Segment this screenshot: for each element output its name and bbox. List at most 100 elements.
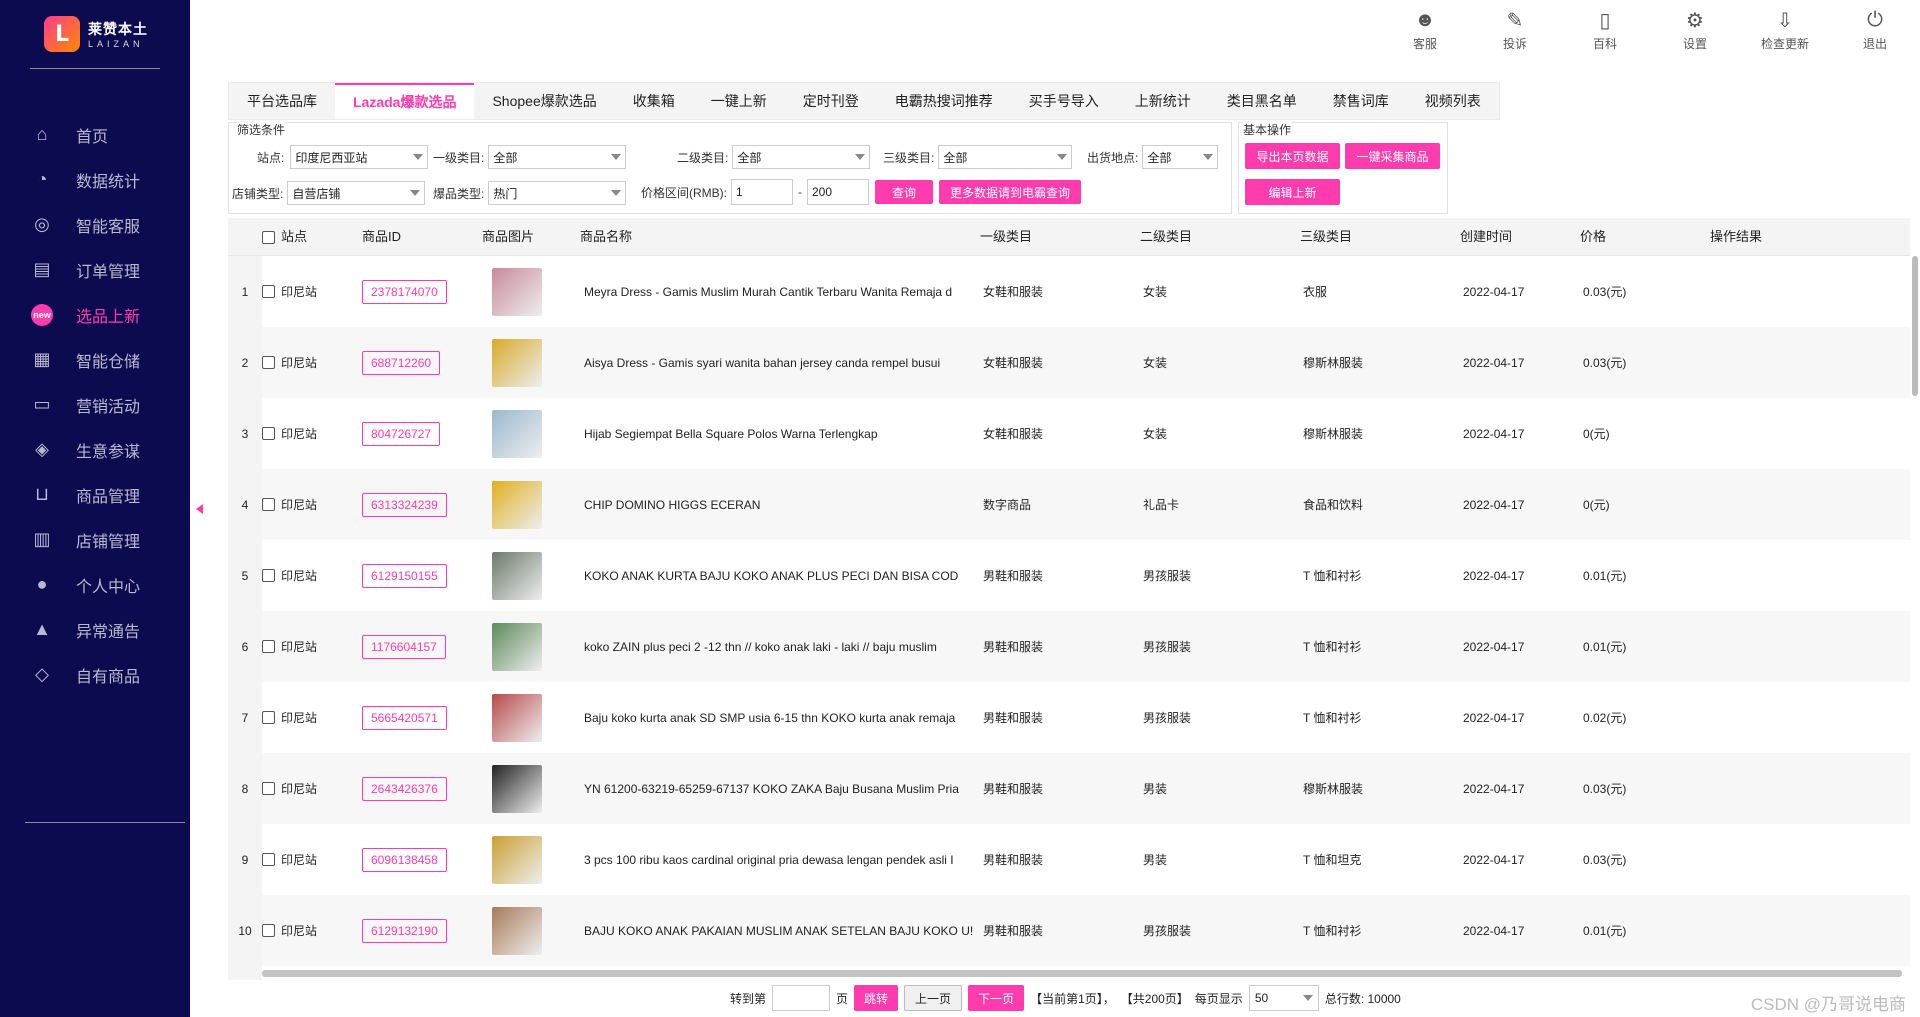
table-row[interactable]: 6 印尼站 1176604157 koko ZAIN plus peci 2 -12 …: [228, 611, 1910, 682]
sidebar-item-8[interactable]: ⊔ 商品管理: [0, 472, 190, 517]
site-cell[interactable]: 印尼站: [262, 256, 317, 327]
tab-9[interactable]: 类目黑名单: [1209, 83, 1315, 119]
more-data-button[interactable]: 更多数据请到电霸查询: [939, 180, 1081, 204]
app-logo[interactable]: L 莱赞本土 LAIZAN: [44, 14, 164, 54]
row-checkbox[interactable]: [262, 640, 275, 653]
cat2-select[interactable]: 全部: [732, 145, 871, 169]
horizontal-scrollbar[interactable]: [262, 970, 1902, 977]
site-cell[interactable]: 印尼站: [262, 398, 317, 469]
store-type-select[interactable]: 自营店铺: [287, 181, 426, 205]
tab-11[interactable]: 视频列表: [1407, 83, 1499, 119]
tab-10[interactable]: 禁售词库: [1315, 83, 1407, 119]
product-thumbnail[interactable]: [492, 622, 542, 671]
sidebar-item-6[interactable]: ▭ 营销活动: [0, 382, 190, 427]
site-cell[interactable]: 印尼站: [262, 753, 317, 824]
cat3-select[interactable]: 全部: [938, 145, 1073, 169]
product-id-link[interactable]: 2643426376: [362, 776, 447, 801]
per-page-select[interactable]: 50: [1248, 985, 1319, 1011]
product-id-link[interactable]: 5665420571: [362, 705, 447, 730]
tab-8[interactable]: 上新统计: [1117, 83, 1209, 119]
product-thumbnail[interactable]: [492, 480, 542, 529]
cat1-select[interactable]: 全部: [488, 145, 627, 169]
sidebar-item-11[interactable]: ▲ 异常通告: [0, 607, 190, 652]
product-id-link[interactable]: 6129132190: [362, 918, 447, 943]
tab-4[interactable]: 一键上新: [693, 83, 785, 119]
prev-page-button[interactable]: 上一页: [904, 985, 963, 1011]
table-row[interactable]: 5 印尼站 6129150155 KOKO ANAK KURTA BAJU KOKO …: [228, 540, 1910, 611]
collapse-sidebar-icon[interactable]: [196, 504, 203, 514]
table-row[interactable]: 9 印尼站 6096138458 3 pcs 100 ribu kaos cardin…: [228, 824, 1910, 895]
toolbar-button-4[interactable]: ⇩ 检查更新: [1740, 0, 1830, 60]
select-all-header[interactable]: 站点: [262, 218, 307, 256]
toolbar-button-5[interactable]: ⏻ 退出: [1830, 0, 1920, 60]
table-row[interactable]: 7 印尼站 5665420571 Baju koko kurta anak SD SM…: [228, 682, 1910, 753]
edit-listing-button[interactable]: 编辑上新: [1245, 179, 1340, 205]
sidebar-item-12[interactable]: ◇ 自有商品: [0, 652, 190, 697]
sidebar-item-10[interactable]: ● 个人中心: [0, 562, 190, 607]
toolbar-button-0[interactable]: ☻ 客服: [1380, 0, 1470, 60]
row-checkbox[interactable]: [262, 285, 275, 298]
site-select[interactable]: 印度尼西亚站: [290, 145, 429, 169]
site-cell[interactable]: 印尼站: [262, 682, 317, 753]
vertical-scrollbar[interactable]: [1912, 256, 1918, 396]
table-row[interactable]: 1 印尼站 2378174070 Meyra Dress - Gamis Muslim…: [228, 256, 1910, 327]
product-thumbnail[interactable]: [492, 764, 542, 813]
row-checkbox[interactable]: [262, 853, 275, 866]
row-checkbox[interactable]: [262, 356, 275, 369]
query-button[interactable]: 查询: [875, 180, 933, 204]
product-id-link[interactable]: 1176604157: [362, 634, 446, 659]
table-row[interactable]: 4 印尼站 6313324239 CHIP DOMINO HIGGS ECERAN 数字…: [228, 469, 1910, 540]
table-row[interactable]: 10 印尼站 6129132190 BAJU KOKO ANAK PAKAIAN MU…: [228, 895, 1910, 966]
row-checkbox[interactable]: [262, 924, 275, 937]
product-id-link[interactable]: 6129150155: [362, 563, 447, 588]
sidebar-item-0[interactable]: ⌂ 首页: [0, 112, 190, 157]
sidebar-item-3[interactable]: ▤ 订单管理: [0, 247, 190, 292]
table-row[interactable]: 3 印尼站 804726727 Hijab Segiempat Bella Squar…: [228, 398, 1910, 469]
product-id-link[interactable]: 2378174070: [362, 279, 447, 304]
ship-select[interactable]: 全部: [1142, 145, 1219, 169]
row-checkbox[interactable]: [262, 782, 275, 795]
goto-page-input[interactable]: [772, 985, 831, 1011]
sidebar-item-9[interactable]: ▥ 店铺管理: [0, 517, 190, 562]
tab-5[interactable]: 定时刊登: [785, 83, 877, 119]
site-cell[interactable]: 印尼站: [262, 469, 317, 540]
tab-7[interactable]: 买手号导入: [1011, 83, 1117, 119]
product-thumbnail[interactable]: [492, 551, 542, 600]
product-thumbnail[interactable]: [492, 906, 542, 955]
toolbar-button-1[interactable]: ✎ 投诉: [1470, 0, 1560, 60]
tab-3[interactable]: 收集箱: [615, 83, 693, 119]
site-cell[interactable]: 印尼站: [262, 895, 317, 966]
export-page-button[interactable]: 导出本页数据: [1245, 143, 1340, 169]
price-min-input[interactable]: 1: [731, 179, 793, 205]
jump-button[interactable]: 跳转: [854, 985, 899, 1011]
price-max-input[interactable]: 200: [807, 179, 869, 205]
site-cell[interactable]: 印尼站: [262, 611, 317, 682]
product-id-link[interactable]: 804726727: [362, 421, 441, 446]
table-row[interactable]: 2 印尼站 688712260 Aisya Dress - Gamis syari w…: [228, 327, 1910, 398]
product-thumbnail[interactable]: [492, 267, 542, 316]
site-cell[interactable]: 印尼站: [262, 824, 317, 895]
collect-products-button[interactable]: 一键采集商品: [1345, 143, 1440, 169]
toolbar-button-2[interactable]: ▯ 百科: [1560, 0, 1650, 60]
product-thumbnail[interactable]: [492, 338, 542, 387]
sidebar-item-1[interactable]: ◔ 数据统计: [0, 157, 190, 202]
product-id-link[interactable]: 688712260: [362, 350, 441, 375]
tab-6[interactable]: 电霸热搜词推荐: [877, 83, 1011, 119]
row-checkbox[interactable]: [262, 498, 275, 511]
site-cell[interactable]: 印尼站: [262, 540, 317, 611]
row-checkbox[interactable]: [262, 569, 275, 582]
tab-0[interactable]: 平台选品库: [229, 83, 335, 119]
sidebar-item-7[interactable]: ◈ 生意参谋: [0, 427, 190, 472]
product-id-link[interactable]: 6313324239: [362, 492, 447, 517]
product-thumbnail[interactable]: [492, 409, 542, 458]
next-page-button[interactable]: 下一页: [968, 985, 1025, 1011]
tab-1[interactable]: Lazada爆款选品: [335, 83, 475, 119]
tab-2[interactable]: Shopee爆款选品: [474, 83, 614, 119]
site-cell[interactable]: 印尼站: [262, 327, 317, 398]
product-id-link[interactable]: 6096138458: [362, 847, 447, 872]
hot-type-select[interactable]: 热门: [488, 181, 627, 205]
sidebar-item-4[interactable]: new 选品上新: [0, 292, 190, 337]
table-row[interactable]: 8 印尼站 2643426376 YN 61200-63219-65259-67137…: [228, 753, 1910, 824]
sidebar-item-5[interactable]: ▦ 智能仓储: [0, 337, 190, 382]
sidebar-item-2[interactable]: ◎ 智能客服: [0, 202, 190, 247]
